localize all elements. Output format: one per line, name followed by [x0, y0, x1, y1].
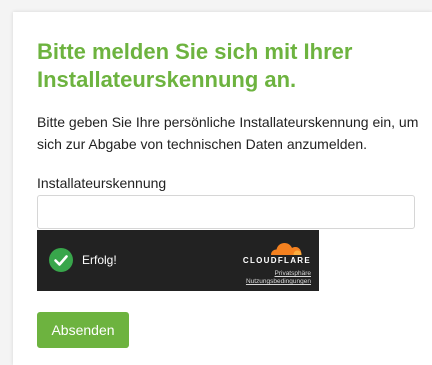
privacy-link[interactable]: Privatsphäre [275, 270, 312, 278]
installer-id-label: Installateurskennung [37, 175, 167, 191]
instruction-text: Bitte geben Sie Ihre persönliche Install… [37, 114, 419, 152]
captcha-status-text: Erfolg! [82, 253, 117, 267]
installer-id-input[interactable] [37, 195, 415, 229]
captcha-widget: Erfolg! CLOUDFLARE Privatsphäre Nutzungs… [37, 230, 319, 291]
checkmark-icon [49, 248, 73, 272]
login-card: Bitte melden Sie sich mit Ihrer Installa… [13, 12, 432, 365]
cloudflare-logo-icon [271, 243, 302, 255]
terms-link[interactable]: Nutzungsbedingungen [246, 278, 311, 286]
page-title: Bitte melden Sie sich mit Ihrer Installa… [37, 39, 353, 92]
submit-button[interactable]: Absenden [37, 312, 129, 348]
cloudflare-brand-text: CLOUDFLARE [242, 256, 311, 265]
